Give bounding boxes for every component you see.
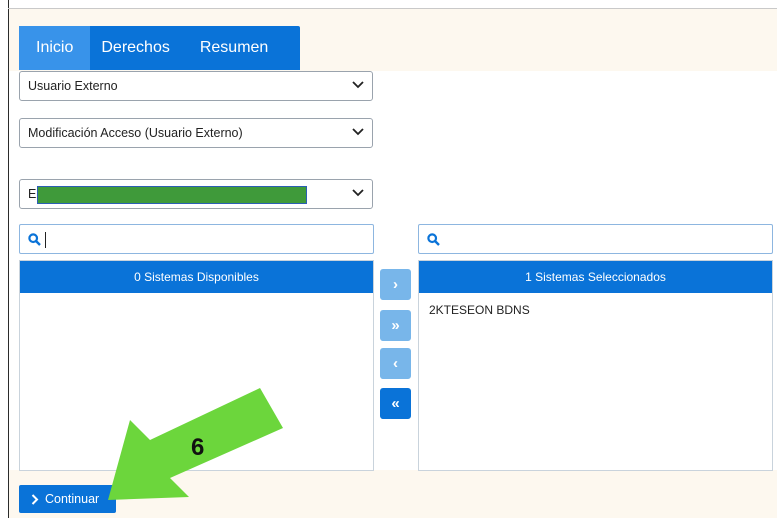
continue-button[interactable]: Continuar	[19, 485, 116, 513]
move-left-button[interactable]: ‹	[380, 348, 411, 379]
selected-systems-header: 1 Sistemas Seleccionados	[419, 261, 772, 293]
chevron-down-icon	[352, 189, 364, 197]
tab-bar: Inicio Derechos Resumen	[19, 26, 300, 70]
request-type-value: Modificación Acceso (Usuario Externo)	[28, 126, 243, 140]
selected-systems-panel: 1 Sistemas Seleccionados 2KTESEON BDNS	[418, 260, 773, 471]
tab-derechos[interactable]: Derechos	[90, 26, 180, 70]
redaction-mark	[37, 186, 307, 204]
tab-inicio[interactable]: Inicio	[19, 26, 91, 70]
chevron-down-icon	[352, 128, 364, 136]
footer-frame	[9, 470, 777, 518]
user-type-select[interactable]: Usuario Externo	[19, 71, 373, 101]
continue-label: Continuar	[45, 492, 100, 506]
move-right-button[interactable]: ›	[380, 269, 411, 300]
chevron-right-icon	[31, 493, 39, 505]
tab-resumen[interactable]: Resumen	[181, 26, 284, 70]
available-systems-header: 0 Sistemas Disponibles	[20, 261, 373, 293]
chevron-down-icon	[352, 81, 364, 89]
search-icon	[427, 233, 440, 246]
user-type-value: Usuario Externo	[28, 79, 118, 93]
move-all-left-button[interactable]: «	[380, 388, 411, 419]
frame-border-left	[8, 0, 9, 518]
selected-search-input[interactable]	[418, 224, 773, 254]
step-number-label: 6	[191, 434, 205, 461]
available-search-input[interactable]	[19, 224, 374, 254]
selected-systems-list[interactable]: 2KTESEON BDNS	[419, 293, 772, 327]
frame-border-top	[8, 8, 777, 9]
move-all-right-button[interactable]: »	[380, 310, 411, 341]
request-type-select[interactable]: Modificación Acceso (Usuario Externo)	[19, 118, 373, 148]
search-icon	[28, 233, 41, 246]
list-item[interactable]: 2KTESEON BDNS	[419, 293, 772, 327]
text-caret	[45, 232, 46, 248]
